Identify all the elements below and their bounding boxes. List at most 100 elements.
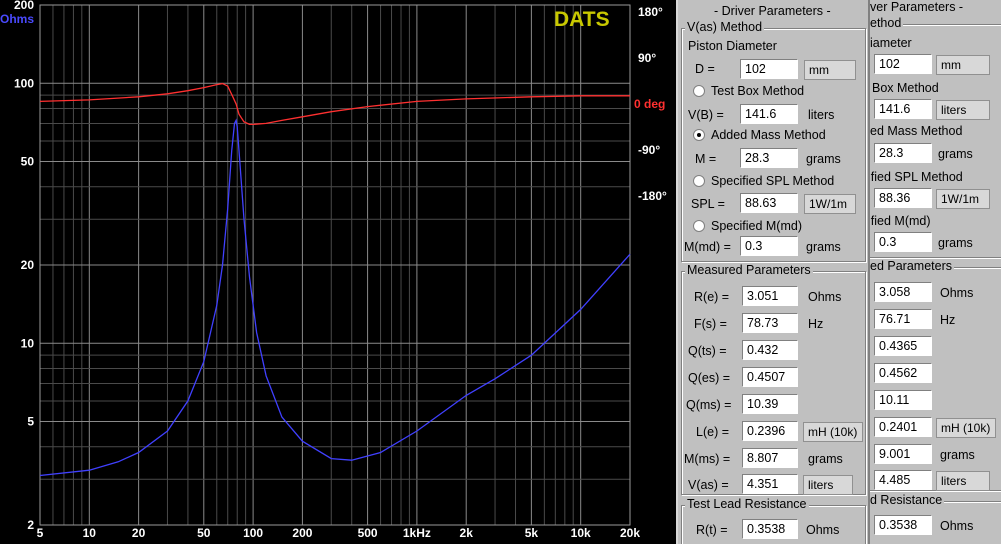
rt-field-2[interactable]: 0.3538	[874, 515, 932, 535]
qts-field[interactable]: 0.432	[742, 340, 798, 360]
impedance-plot: 200 100 50 20 10 5 2 180° 90° -90° -180° 5 10 20 50 100…	[0, 0, 676, 544]
vas-method-title: V(as) Method	[685, 20, 765, 34]
vb-field[interactable]: 141.6	[740, 104, 798, 124]
specified-spl-label[interactable]: Specified SPL Method	[711, 174, 834, 188]
test-lead-title: Test Lead Resistance	[685, 497, 809, 511]
vas-method-title-2: ethod	[870, 16, 904, 30]
x-tick-label: 10k	[571, 526, 591, 540]
mmd-field[interactable]: 0.3	[740, 236, 798, 256]
specified-mmd-label[interactable]: Specified M(md)	[711, 219, 802, 233]
test-box-label[interactable]: Test Box Method	[711, 84, 804, 98]
m-field[interactable]: 28.3	[740, 148, 798, 168]
specified-mmd-radio[interactable]	[693, 220, 705, 232]
vas-field-2[interactable]: 4.485	[874, 470, 932, 490]
mms-field[interactable]: 8.807	[742, 448, 798, 468]
m-field-2[interactable]: 28.3	[874, 143, 932, 163]
fs-field-2[interactable]: 76.71	[874, 309, 932, 329]
x-tick-label: 20k	[620, 526, 640, 540]
panel-title: - Driver Parameters -	[714, 4, 831, 18]
fs-unit-2: Hz	[940, 313, 956, 327]
re-unit: Ohms	[808, 290, 842, 304]
qes-field[interactable]: 0.4507	[742, 367, 798, 387]
left-tick-label: 2	[27, 518, 34, 532]
added-mass-radio[interactable]	[693, 129, 705, 141]
x-tick-label: 50	[197, 526, 211, 540]
vas-unit-2: liters	[936, 471, 990, 491]
qes-label: Q(es) =	[688, 371, 731, 385]
driver-parameters-panel: - Driver Parameters - V(as) Method Pisto…	[676, 0, 868, 544]
mms-unit-2: grams	[940, 448, 975, 462]
added-mass-label[interactable]: Added Mass Method	[711, 128, 826, 142]
measured-parameters-title: Measured Parameters	[685, 263, 813, 277]
d-field-2[interactable]: 102	[874, 54, 932, 74]
re-field[interactable]: 3.051	[742, 286, 798, 306]
test-lead-title-2: d Resistance	[870, 493, 945, 507]
x-tick-label: 500	[358, 526, 378, 540]
le-field[interactable]: 0.2396	[742, 421, 798, 441]
qes-field-2[interactable]: 0.4562	[874, 363, 932, 383]
vb-field-2[interactable]: 141.6	[874, 99, 932, 119]
le-label: L(e) =	[696, 425, 730, 439]
x-tick-label: 5	[37, 526, 44, 540]
vas-field[interactable]: 4.351	[742, 474, 798, 494]
rt-label: R(t) =	[696, 523, 728, 537]
vb-unit-2: liters	[936, 100, 990, 120]
rt-field[interactable]: 0.3538	[742, 519, 798, 539]
left-tick-label: 5	[27, 415, 34, 429]
specified-spl-radio[interactable]	[693, 175, 705, 187]
x-tick-label: 2k	[460, 526, 474, 540]
specified-mmd-label-2[interactable]: ified M(md)	[870, 214, 931, 228]
le-field-2[interactable]: 0.2401	[874, 417, 932, 437]
x-tick-label: 10	[83, 526, 97, 540]
spl-unit: 1W/1m	[804, 194, 856, 214]
qms-field[interactable]: 10.39	[742, 394, 798, 414]
re-field-2[interactable]: 3.058	[874, 282, 932, 302]
piston-diameter-label-2: iameter	[870, 36, 912, 50]
added-mass-label-2[interactable]: ed Mass Method	[870, 124, 962, 138]
d-field[interactable]: 102	[740, 59, 798, 79]
left-tick-label: 10	[21, 336, 35, 350]
mms-label: M(ms) =	[684, 452, 731, 466]
unit-left-label: Ohms	[0, 12, 35, 26]
re-label: R(e) =	[694, 290, 730, 304]
plot-canvas: 20010050201052180°90°-90°-180°5 10 20 50 100…	[14, 0, 667, 540]
right-tick-label: 90°	[638, 51, 656, 65]
x-tick-label: 5k	[525, 526, 539, 540]
mmd-unit: grams	[806, 240, 841, 254]
spl-field-2[interactable]: 88.36	[874, 188, 932, 208]
dats-logo: DATS	[554, 8, 610, 31]
plot-curves	[39, 82, 631, 477]
spl-field[interactable]: 88.63	[740, 193, 798, 213]
rt-unit: Ohms	[806, 523, 840, 537]
qts-field-2[interactable]: 0.4365	[874, 336, 932, 356]
le-unit-2: mH (10k)	[936, 418, 996, 438]
right-tick-label: -180°	[638, 189, 667, 203]
x-tick-label: 200	[292, 526, 312, 540]
vb-label: V(B) =	[688, 108, 724, 122]
piston-diameter-label: Piston Diameter	[688, 39, 777, 53]
x-tick-label: 1kHz	[403, 526, 431, 540]
left-tick-label: 100	[14, 76, 34, 90]
re-unit-2: Ohms	[940, 286, 974, 300]
d-unit-2: mm	[936, 55, 990, 75]
mmd-field-2[interactable]: 0.3	[874, 232, 932, 252]
specified-spl-label-2[interactable]: ified SPL Method	[870, 170, 963, 184]
phase-curve	[39, 82, 630, 126]
left-tick-label: 20	[21, 258, 35, 272]
fs-field[interactable]: 78.73	[742, 313, 798, 333]
x-tick-label: 100	[243, 526, 263, 540]
right-tick-label: 180°	[638, 5, 663, 19]
test-box-radio[interactable]	[693, 85, 705, 97]
left-tick-label: 50	[21, 155, 35, 169]
plot-grid	[39, 4, 631, 526]
driver-parameters-panel-2: ver Parameters - ethod iameter 102 mm Bo…	[868, 0, 1001, 544]
x-tick-label: 20	[132, 526, 146, 540]
mmd-unit-2: grams	[938, 236, 973, 250]
mms-field-2[interactable]: 9.001	[874, 444, 932, 464]
qts-label: Q(ts) =	[688, 344, 727, 358]
unit-right-label: 0 deg	[634, 97, 666, 111]
qms-field-2[interactable]: 10.11	[874, 390, 932, 410]
right-tick-label: -90°	[638, 143, 660, 157]
test-box-label-2[interactable]: Box Method	[872, 81, 939, 95]
vas-unit: liters	[803, 475, 853, 495]
